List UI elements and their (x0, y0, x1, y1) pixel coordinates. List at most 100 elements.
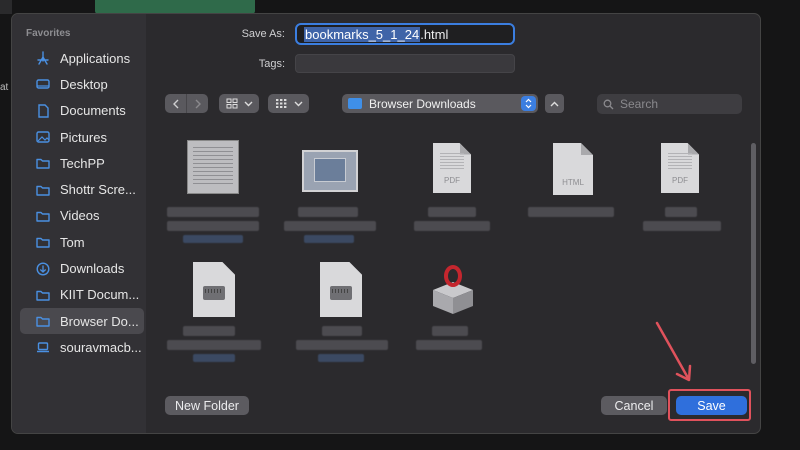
chevron-left-icon (172, 99, 178, 108)
filename-selected-text: bookmarks_5_1_24 (304, 26, 421, 42)
sidebar-item-label: Videos (60, 208, 100, 224)
sidebar-item-label: KIIT Docum... (60, 287, 140, 303)
group-by-button[interactable] (268, 94, 309, 113)
folder-icon (36, 235, 50, 249)
back-button[interactable] (165, 94, 186, 113)
disk-image-icon (193, 262, 235, 317)
sidebar-item-souravmacb[interactable]: souravmacb... (20, 334, 144, 360)
search-field[interactable]: Search (597, 94, 742, 114)
icon-view-icon (226, 98, 237, 109)
grid-group-icon (275, 99, 286, 108)
file-item[interactable] (167, 260, 262, 370)
file-item[interactable]: PDF (412, 140, 492, 250)
blurred-filename (284, 221, 376, 231)
view-icon-button[interactable] (219, 94, 259, 113)
location-popup[interactable]: Browser Downloads (342, 94, 538, 113)
html-file-icon: HTML (553, 143, 593, 195)
forward-button[interactable] (186, 94, 208, 113)
screenshot-thumbnail-icon (302, 150, 358, 192)
file-item[interactable]: HTML (518, 140, 614, 250)
desktop-icon (36, 77, 50, 91)
sidebar-item-techpp[interactable]: TechPP (20, 150, 144, 176)
chevron-down-icon (294, 101, 302, 106)
file-item[interactable]: PDF (641, 140, 721, 250)
sidebar-item-documents[interactable]: Documents (20, 98, 144, 124)
document-icon (36, 104, 50, 118)
file-item[interactable] (167, 140, 262, 250)
sidebar-item-pictures[interactable]: Pictures (20, 124, 144, 150)
blurred-filename (665, 207, 697, 217)
search-placeholder: Search (620, 97, 659, 111)
folder-icon (36, 209, 50, 223)
tags-field[interactable] (295, 54, 515, 73)
sidebar-heading: Favorites (26, 28, 71, 39)
sidebar-item-videos[interactable]: Videos (20, 203, 144, 229)
blurred-filename (643, 221, 721, 231)
blurred-filename (432, 326, 468, 336)
sidebar-item-shottr-scre[interactable]: Shottr Scre... (20, 176, 144, 202)
cancel-button[interactable]: Cancel (601, 396, 667, 415)
file-item[interactable] (292, 260, 388, 370)
blurred-filename (414, 221, 490, 231)
sidebar-item-kiit-docum[interactable]: KIIT Docum... (20, 282, 144, 308)
applications-icon (36, 51, 50, 65)
sidebar-item-label: Pictures (60, 129, 107, 145)
up-down-chevron-icon (521, 96, 536, 111)
folder-icon (348, 98, 362, 109)
toolbar: Browser Downloads Search (165, 91, 742, 115)
pdf-file-icon: PDF (433, 143, 471, 193)
blurred-tag (318, 354, 364, 362)
collapse-button[interactable] (545, 94, 564, 113)
file-item[interactable] (416, 260, 491, 370)
file-item[interactable] (282, 140, 377, 250)
sidebar-item-label: souravmacb... (60, 339, 142, 355)
search-icon (603, 99, 614, 109)
chevron-right-icon (195, 99, 201, 108)
sidebar-item-applications[interactable]: Applications (20, 45, 144, 71)
blurred-filename (322, 326, 362, 336)
blurred-filename (416, 340, 482, 350)
back-forward-group (165, 94, 208, 113)
sidebar-item-label: Tom (60, 234, 85, 250)
sidebar-item-tom[interactable]: Tom (20, 229, 144, 255)
save-button-highlight (668, 389, 751, 421)
save-dialog: Favorites Applications Desktop Documents Pi… (11, 13, 761, 434)
blurred-tag (304, 235, 354, 243)
save-as-field[interactable]: bookmarks_5_1_24 .html (295, 23, 515, 45)
sidebar-item-label: Applications (60, 50, 131, 66)
folder-icon (36, 288, 50, 302)
sidebar: Favorites Applications Desktop Documents Pi… (12, 14, 146, 433)
downloads-icon (36, 262, 50, 276)
blurred-filename (528, 207, 614, 217)
save-as-row: Save As: bookmarks_5_1_24 .html (225, 23, 515, 45)
blurred-filename (298, 207, 358, 217)
view-icon-inner (219, 94, 259, 113)
folder-icon (36, 183, 50, 197)
blurred-filename (428, 207, 476, 217)
vertical-scrollbar[interactable] (751, 143, 756, 364)
annotation-arrow-icon (655, 321, 692, 382)
tags-label: Tags: (258, 57, 285, 70)
blurred-filename (167, 207, 259, 217)
sidebar-item-browser-do[interactable]: Browser Do... (20, 307, 144, 335)
folder-icon (36, 156, 50, 170)
blurred-tag (183, 235, 243, 243)
folder-icon (36, 314, 50, 328)
disk-image-icon (320, 262, 362, 317)
laptop-icon (36, 340, 50, 354)
new-folder-button[interactable]: New Folder (165, 396, 249, 415)
location-label: Browser Downloads (369, 96, 476, 111)
blurred-filename (167, 221, 259, 231)
sidebar-item-label: Downloads (60, 261, 125, 277)
blurred-filename (296, 340, 388, 350)
sidebar-item-label: Shottr Scre... (60, 182, 136, 198)
sidebar-item-label: Documents (60, 103, 126, 119)
blurred-tag (193, 354, 235, 362)
tags-row: Tags: (225, 54, 515, 73)
document-thumbnail-icon (187, 140, 239, 194)
sidebar-item-desktop[interactable]: Desktop (20, 71, 144, 97)
pictures-icon (36, 130, 50, 144)
pdf-file-icon: PDF (661, 143, 699, 193)
chevron-up-icon (550, 101, 559, 106)
sidebar-item-downloads[interactable]: Downloads (20, 255, 144, 281)
